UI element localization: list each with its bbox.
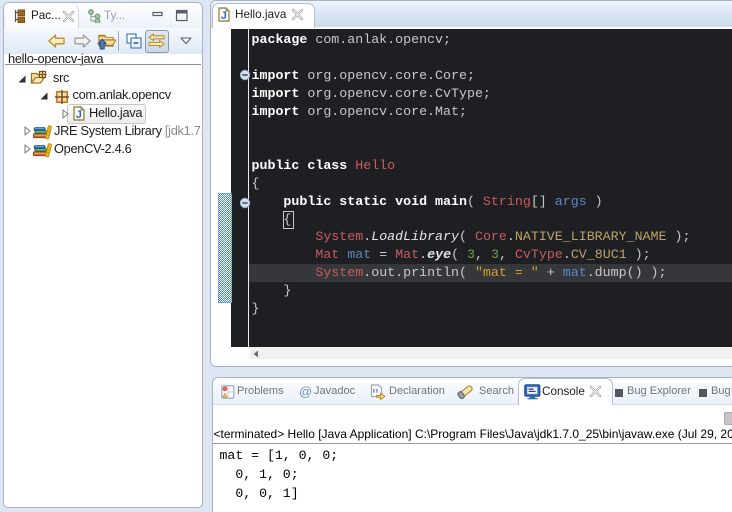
svg-text:J: J xyxy=(221,10,227,22)
svg-text:J: J xyxy=(76,109,82,121)
